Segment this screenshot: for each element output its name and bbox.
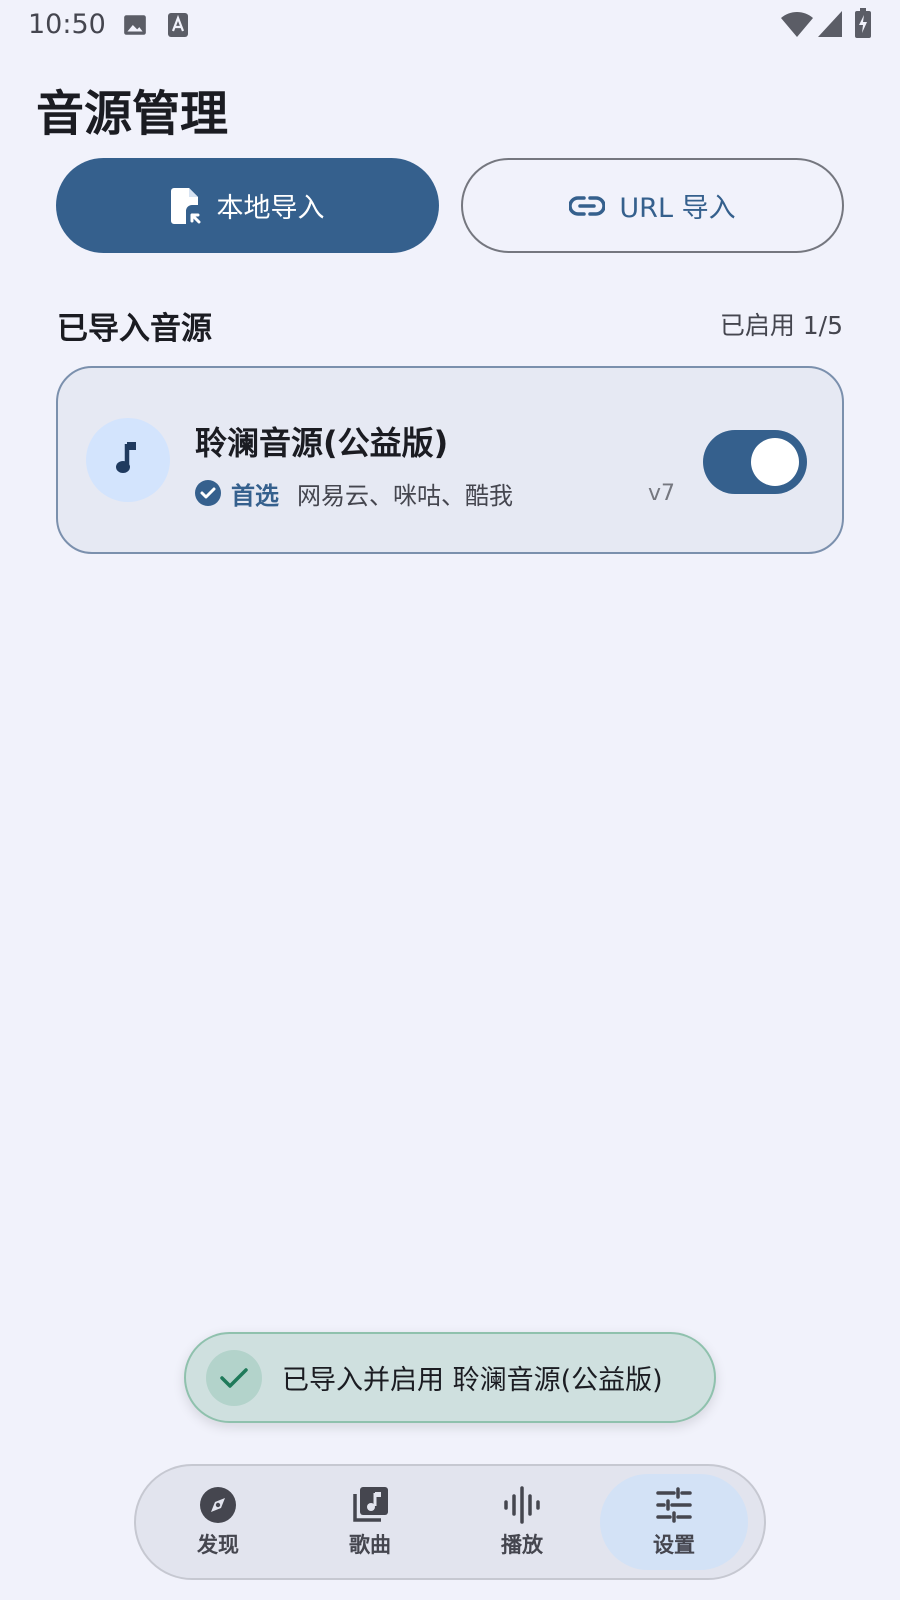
- music-library-icon: [351, 1485, 389, 1525]
- cell-signal-icon: [817, 10, 843, 42]
- nav-label-playback: 播放: [501, 1533, 543, 1557]
- source-name: 聆澜音源(公益版): [195, 424, 449, 462]
- nav-item-discover[interactable]: 发现: [144, 1474, 292, 1570]
- enabled-count: 已启用 1/5: [719, 311, 843, 340]
- nav-label-discover: 发现: [197, 1533, 239, 1557]
- bottom-navigation: 发现 歌曲 播放 设置: [134, 1464, 766, 1580]
- nav-item-songs[interactable]: 歌曲: [296, 1474, 444, 1570]
- url-import-label: URL 导入: [619, 193, 736, 224]
- wifi-icon: [780, 10, 814, 42]
- source-card[interactable]: 聆澜音源(公益版) 首选 网易云、咪咕、酷我 v7: [56, 366, 844, 554]
- music-note-icon: [115, 440, 141, 480]
- url-import-button[interactable]: URL 导入: [461, 158, 844, 253]
- battery-charging-icon: [855, 8, 871, 42]
- local-import-label: 本地导入: [216, 193, 325, 224]
- image-notification-icon: [122, 12, 148, 42]
- nav-label-settings: 设置: [653, 1533, 695, 1557]
- source-meta: 首选 网易云、咪咕、酷我: [195, 477, 513, 510]
- file-import-icon: [170, 187, 203, 224]
- success-snackbar: 已导入并启用 聆澜音源(公益版): [184, 1332, 716, 1423]
- nav-label-songs: 歌曲: [349, 1533, 391, 1557]
- compass-icon: [199, 1485, 237, 1525]
- link-icon: [569, 195, 606, 217]
- check-circle-icon: [195, 480, 221, 506]
- nav-item-settings[interactable]: 设置: [600, 1474, 748, 1570]
- page-title: 音源管理: [36, 86, 229, 142]
- text-notification-icon: [167, 12, 189, 42]
- status-bar: 10:50: [0, 0, 900, 50]
- snackbar-message: 已导入并启用 聆澜音源(公益版): [282, 1365, 663, 1396]
- local-import-button[interactable]: 本地导入: [56, 158, 439, 253]
- source-platforms: 网易云、咪咕、酷我: [297, 481, 513, 510]
- sliders-icon: [655, 1485, 693, 1525]
- source-avatar: [86, 418, 170, 502]
- imported-sources-heading: 已导入音源: [57, 311, 212, 347]
- waveform-icon: [503, 1485, 541, 1525]
- nav-item-playback[interactable]: 播放: [448, 1474, 596, 1570]
- status-time: 10:50: [28, 9, 106, 40]
- preferred-badge: 首选: [231, 481, 279, 510]
- toggle-knob: [751, 438, 799, 486]
- source-enable-toggle[interactable]: [703, 430, 807, 494]
- success-check-icon: [206, 1349, 262, 1406]
- source-version: v7: [648, 481, 676, 506]
